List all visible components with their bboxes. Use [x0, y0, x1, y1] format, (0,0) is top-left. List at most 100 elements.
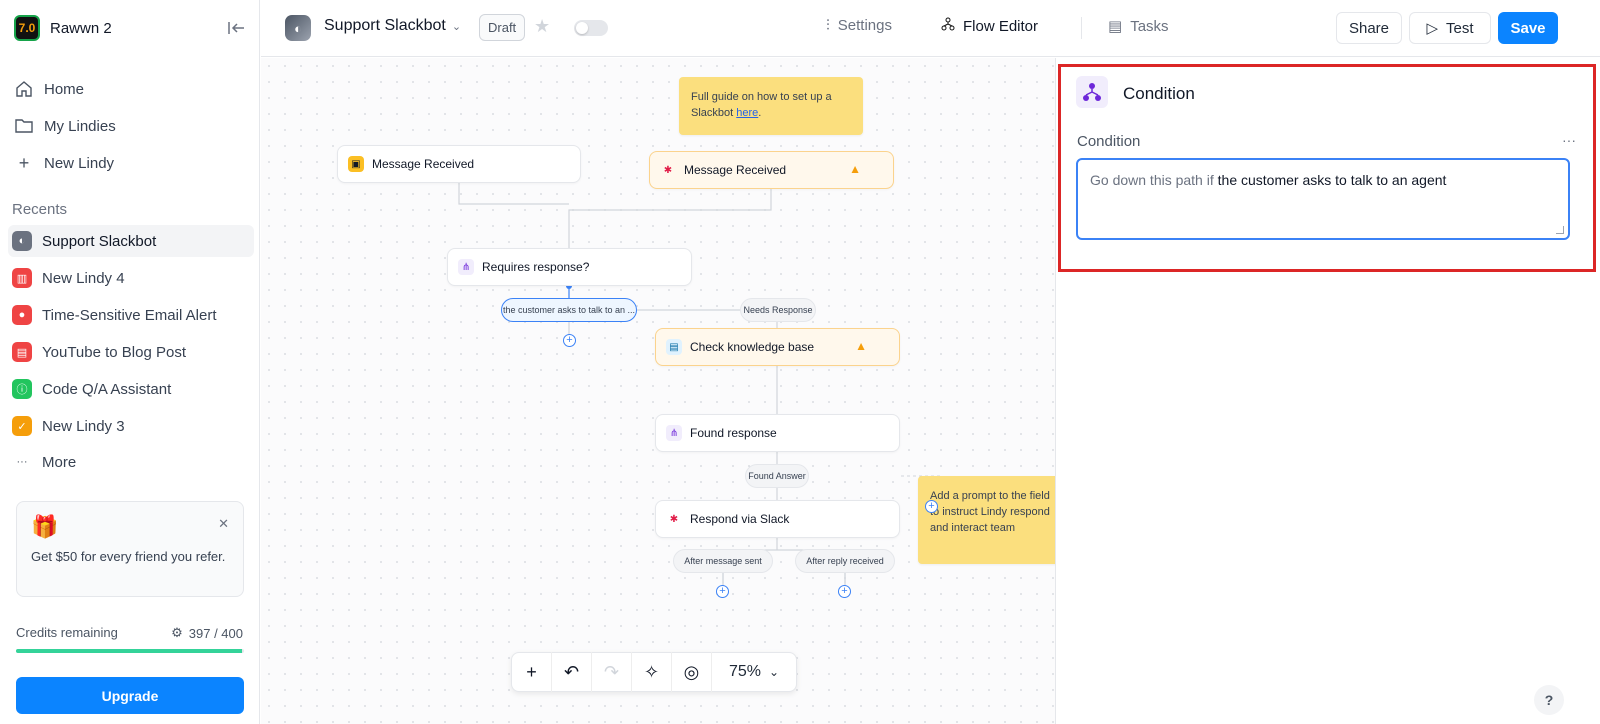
workspace-name: Rawwn 2 — [50, 19, 112, 37]
more-dots-icon: ··· — [16, 456, 28, 468]
play-icon: ▷ — [1426, 20, 1439, 37]
workspace-switcher[interactable]: 7.0 Rawwn 2 — [14, 14, 112, 42]
warning-icon: ▲ — [849, 162, 861, 176]
nav-home[interactable]: Home — [8, 73, 254, 105]
condition-icon: ⋔ — [458, 259, 474, 275]
nav-new-lindy[interactable]: + New Lindy — [8, 147, 254, 179]
plus-icon: + — [18, 152, 30, 173]
recent-new-lindy-4[interactable]: ▥ New Lindy 4 — [8, 262, 254, 294]
sidebar: 7.0 Rawwn 2 Home My Lindies + New Lindy … — [0, 0, 260, 724]
nav-my-lindies[interactable]: My Lindies — [8, 110, 254, 142]
resize-handle[interactable] — [1556, 226, 1564, 234]
branch-after-message-sent[interactable]: After message sent — [673, 549, 773, 573]
chevron-down-icon: ⌄ — [768, 665, 780, 679]
nav-label: New Lindy — [44, 154, 115, 172]
status-badge: Draft — [479, 14, 526, 41]
tab-tasks[interactable]: ▤ Tasks — [1108, 17, 1169, 36]
node-respond-via-slack[interactable]: ✱ Respond via Slack — [655, 500, 900, 538]
branch-found-answer[interactable]: Found Answer — [745, 464, 809, 488]
agent-name-dropdown[interactable]: Support Slackbot ⌄ — [324, 17, 461, 35]
note-prompt-instructions: Add a prompt to the field to instruct Li… — [918, 476, 1055, 564]
help-button[interactable]: ? — [1534, 685, 1564, 715]
warning-icon: ▲ — [855, 339, 867, 353]
node-message-received[interactable]: ▣ Message Received — [337, 145, 581, 183]
slackbot-icon: ◐ — [12, 231, 32, 251]
collapse-sidebar-icon[interactable] — [226, 18, 248, 38]
branch-after-reply-received[interactable]: After reply received — [795, 549, 895, 573]
tab-settings[interactable]: ⫶ Settings — [826, 17, 892, 34]
condition-input[interactable]: Go down this path if the customer asks t… — [1076, 158, 1570, 240]
chevron-down-icon: ⌄ — [451, 20, 462, 33]
add-step-icon[interactable]: + — [716, 585, 729, 598]
recent-label: Code Q/A Assistant — [42, 380, 172, 398]
note-setup-guide: Full guide on how to set up a Slackbot h… — [679, 77, 863, 135]
condition-panel: Condition Condition ··· Go down this pat… — [1055, 58, 1600, 724]
panel-title: Condition — [1123, 84, 1195, 103]
tab-flow-editor[interactable]: Flow Editor — [941, 17, 1038, 35]
recent-email-alert[interactable]: ● Time-Sensitive Email Alert — [8, 299, 254, 331]
close-icon[interactable]: ✕ — [218, 516, 229, 532]
more-label: More — [42, 453, 77, 471]
node-found-response[interactable]: ⋔ Found response — [655, 414, 900, 452]
workspace-logo: 7.0 — [14, 15, 40, 41]
referral-card: 🎁 ✕ Get $50 for every friend you refer. — [16, 501, 244, 597]
document-icon: ▤ — [12, 342, 32, 362]
recent-youtube-blog[interactable]: ▤ YouTube to Blog Post — [8, 336, 254, 368]
more-options-icon[interactable]: ··· — [1562, 132, 1576, 148]
branch-customer-path[interactable]: the customer asks to talk to an ... — [501, 298, 637, 322]
info-icon: ⓘ — [12, 379, 32, 399]
auto-layout-icon[interactable]: ✧ — [632, 652, 672, 692]
add-step-icon[interactable]: + — [563, 334, 576, 347]
add-step-icon[interactable]: + — [838, 585, 851, 598]
gear-icon: ⚙ — [171, 625, 183, 640]
more-button[interactable]: ··· More — [8, 446, 254, 478]
star-icon[interactable]: ★ — [534, 16, 550, 37]
tasks-icon: ▤ — [1108, 18, 1123, 35]
nav-label: My Lindies — [44, 117, 116, 135]
undo-icon[interactable]: ↶ — [552, 652, 592, 692]
credits-progress-bar — [16, 649, 244, 653]
node-check-knowledge-base[interactable]: ▤ Check knowledge base ▲ — [655, 328, 900, 366]
upgrade-button[interactable]: Upgrade — [16, 677, 244, 714]
chart-icon: ▥ — [12, 268, 32, 288]
node-slack-message-received[interactable]: ✱ Message Received ▲ — [649, 151, 894, 189]
add-step-icon[interactable]: + — [925, 500, 938, 513]
recent-code-qa[interactable]: ⓘ Code Q/A Assistant — [8, 373, 254, 405]
condition-icon: ⋔ — [666, 425, 682, 441]
gift-icon: 🎁 — [31, 514, 59, 539]
credits-value: ⚙ 397 / 400 — [171, 625, 243, 641]
recent-label: New Lindy 3 — [42, 417, 125, 435]
condition-icon — [1076, 76, 1108, 108]
share-button[interactable]: Share — [1336, 12, 1402, 44]
add-node-icon[interactable]: + — [512, 652, 552, 692]
slack-icon: ✱ — [669, 513, 679, 525]
save-button[interactable]: Save — [1498, 12, 1558, 44]
recents-heading: Recents — [12, 201, 68, 218]
node-requires-response[interactable]: ⋔ Requires response? — [447, 248, 692, 286]
branch-needs-response[interactable]: Needs Response — [740, 298, 816, 322]
zoom-dropdown[interactable]: 75% ⌄ — [712, 663, 796, 681]
home-icon — [14, 79, 34, 99]
slack-icon: ✱ — [663, 164, 673, 176]
recent-new-lindy-3[interactable]: ✓ New Lindy 3 — [8, 410, 254, 442]
folder-icon — [14, 116, 34, 136]
recent-label: YouTube to Blog Post — [42, 343, 186, 361]
divider — [1081, 17, 1082, 39]
message-icon: ▣ — [348, 156, 364, 172]
test-button[interactable]: ▷ Test — [1409, 12, 1491, 44]
sliders-icon: ⫶ — [826, 17, 830, 34]
canvas-toolbar: + ↶ ↷ ✧ ◎ 75% ⌄ — [511, 652, 797, 692]
fit-view-icon[interactable]: ◎ — [672, 652, 712, 692]
credits-label: Credits remaining — [16, 625, 118, 640]
recent-support-slackbot[interactable]: ◐ Support Slackbot — [8, 225, 254, 257]
flow-canvas[interactable]: Full guide on how to set up a Slackbot h… — [261, 58, 1055, 724]
recent-label: Time-Sensitive Email Alert — [42, 306, 217, 324]
flow-icon — [941, 17, 955, 35]
enable-toggle[interactable] — [574, 20, 608, 36]
agent-avatar: ◐ — [285, 15, 311, 41]
bell-icon: ● — [12, 305, 32, 325]
knowledge-base-icon: ▤ — [666, 339, 682, 355]
redo-icon[interactable]: ↷ — [592, 652, 632, 692]
guide-link[interactable]: here — [736, 107, 758, 119]
nav-label: Home — [44, 80, 85, 98]
